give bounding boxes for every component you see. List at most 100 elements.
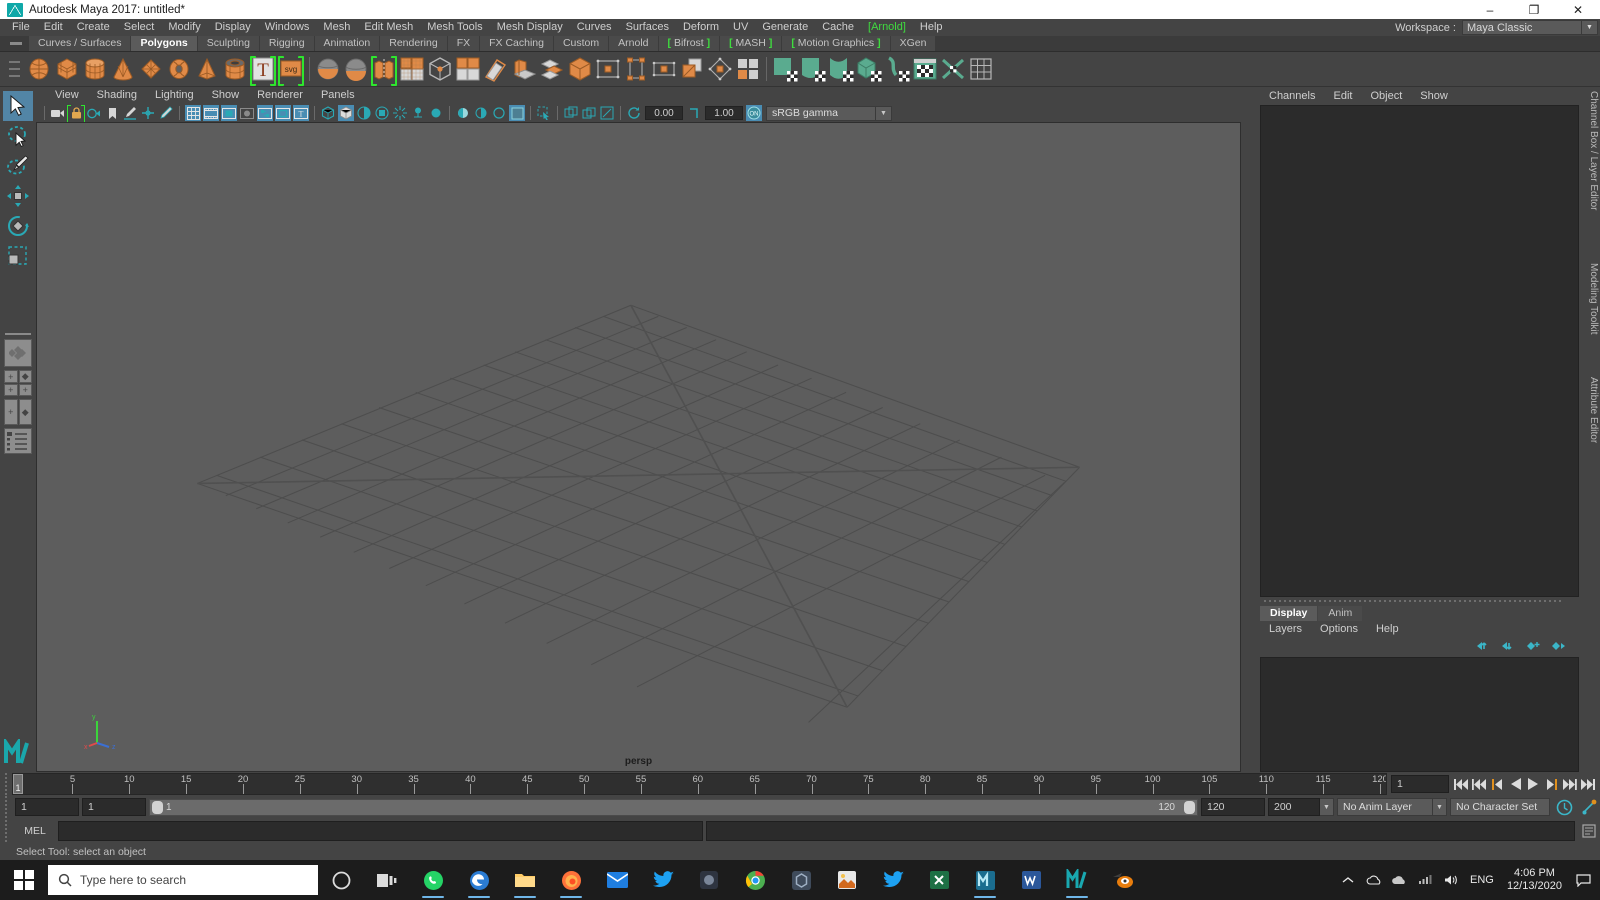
- shelf-tab-fx[interactable]: FX: [447, 36, 481, 51]
- animation-end-time-field[interactable]: 200: [1268, 798, 1320, 816]
- step-back-keyframe-button[interactable]: [1471, 774, 1488, 794]
- command-input-field[interactable]: [58, 821, 703, 841]
- uv-cylinder-icon[interactable]: [799, 53, 827, 85]
- shelf-tab-handle[interactable]: [3, 35, 29, 51]
- boolean-union-icon[interactable]: [314, 53, 342, 85]
- single-perspective-layout-button[interactable]: [4, 339, 32, 367]
- screen-space-ao-icon[interactable]: [428, 105, 444, 121]
- textured-icon[interactable]: [374, 105, 390, 121]
- grid-toggle-icon[interactable]: [185, 105, 201, 121]
- menu-display[interactable]: Display: [208, 19, 258, 36]
- windows-start-icon[interactable]: [0, 860, 48, 900]
- tray-clock[interactable]: 4:06 PM 12/13/2020: [1499, 867, 1570, 893]
- extrude-icon[interactable]: [510, 53, 538, 85]
- word-icon[interactable]: [1008, 860, 1054, 900]
- combine-separate-icon[interactable]: [370, 53, 398, 86]
- task-view-icon[interactable]: [364, 860, 410, 900]
- panel-menu-panels[interactable]: Panels: [312, 87, 364, 104]
- exposure-reset-icon[interactable]: [626, 105, 642, 121]
- vtab-modeling-toolkit[interactable]: Modeling Toolkit: [1583, 263, 1599, 335]
- menu-windows[interactable]: Windows: [258, 19, 317, 36]
- shaded-wireframe-icon[interactable]: [356, 105, 372, 121]
- firefox-icon[interactable]: [548, 860, 594, 900]
- vtab-channel-box-layer-editor[interactable]: Channel Box / Layer Editor: [1583, 91, 1599, 211]
- chevron-down-icon[interactable]: ▼: [1582, 20, 1598, 35]
- chrome-icon[interactable]: [732, 860, 778, 900]
- uv-plane-icon[interactable]: [771, 53, 799, 85]
- maya-alt-icon[interactable]: [962, 860, 1008, 900]
- layers-menu-layers[interactable]: Layers: [1260, 621, 1311, 638]
- paint-select-tool-button[interactable]: [3, 151, 33, 181]
- xray-joints-icon[interactable]: [563, 105, 579, 121]
- uv-cut-icon[interactable]: [939, 53, 967, 85]
- xray-active-components-icon[interactable]: [581, 105, 597, 121]
- show-hidden-icons-icon[interactable]: [1335, 860, 1361, 900]
- two-d-pan-zoom-icon[interactable]: [140, 105, 156, 121]
- script-editor-icon[interactable]: [1578, 821, 1600, 841]
- uv-editor-icon[interactable]: [911, 53, 939, 85]
- time-slider-cursor[interactable]: 1: [13, 774, 23, 794]
- move-layer-up-icon[interactable]: [1476, 640, 1491, 655]
- onedrive-icon[interactable]: [1361, 860, 1387, 900]
- menu-mesh-tools[interactable]: Mesh Tools: [420, 19, 489, 36]
- maya-icon[interactable]: [1054, 860, 1100, 900]
- close-button[interactable]: ✕: [1556, 0, 1600, 19]
- channel-box-content[interactable]: [1260, 105, 1579, 597]
- channelbox-menu-object[interactable]: Object: [1361, 88, 1411, 105]
- panel-menu-view[interactable]: View: [46, 87, 88, 104]
- unity-icon[interactable]: [778, 860, 824, 900]
- time-slider-track[interactable]: 1 5 10 15 20 25 30 35 40 45 50 55 60 65 70 75 80 85 90 95 1…: [12, 773, 1387, 795]
- move-layer-down-icon[interactable]: [1501, 640, 1516, 655]
- menu-file[interactable]: File: [5, 19, 37, 36]
- multisample-aa-icon[interactable]: [473, 105, 489, 121]
- shelf-grip[interactable]: [3, 52, 25, 87]
- panel-menu-show[interactable]: Show: [203, 87, 249, 104]
- bookmark-icon[interactable]: [104, 105, 120, 121]
- image-plane-icon[interactable]: [122, 105, 138, 121]
- play-forwards-button[interactable]: [1525, 774, 1542, 794]
- duplicate-face-icon[interactable]: [678, 53, 706, 85]
- boolean-difference-icon[interactable]: [342, 53, 370, 85]
- animation-start-time-field[interactable]: 1: [15, 798, 79, 816]
- connect-icon[interactable]: [706, 53, 734, 85]
- poly-plane-icon[interactable]: [137, 53, 165, 85]
- wireframe-icon[interactable]: [320, 105, 336, 121]
- menu-mesh-display[interactable]: Mesh Display: [490, 19, 570, 36]
- exposure-value[interactable]: 0.00: [645, 106, 683, 120]
- go-to-start-button[interactable]: [1453, 774, 1470, 794]
- character-set-select[interactable]: No Character Set: [1450, 798, 1550, 816]
- safe-action-icon[interactable]: [275, 105, 291, 121]
- gate-mask-icon[interactable]: [239, 105, 255, 121]
- mesh-cleanup-icon[interactable]: [426, 53, 454, 85]
- taskbar-search-input[interactable]: Type here to search: [48, 865, 318, 895]
- uv-automatic-icon[interactable]: [855, 53, 883, 85]
- step-forward-keyframe-button[interactable]: [1561, 774, 1578, 794]
- shelf-tab-sculpting[interactable]: Sculpting: [197, 36, 260, 51]
- menu-curves[interactable]: Curves: [570, 19, 619, 36]
- menu-select[interactable]: Select: [117, 19, 162, 36]
- command-output-field[interactable]: [705, 821, 1575, 841]
- shelf-tab-bifrost[interactable]: [ Bifrost ]: [658, 36, 721, 51]
- range-start-handle[interactable]: [152, 800, 163, 814]
- menu-mesh[interactable]: Mesh: [316, 19, 357, 36]
- menu-help[interactable]: Help: [913, 19, 950, 36]
- network-icon[interactable]: [1413, 860, 1439, 900]
- poly-text-icon[interactable]: T: [249, 53, 277, 86]
- layer-list-content[interactable]: [1260, 657, 1579, 772]
- auto-keyframe-icon[interactable]: [1553, 797, 1575, 817]
- go-to-end-button[interactable]: [1579, 774, 1596, 794]
- cortana-icon[interactable]: [318, 860, 364, 900]
- poly-pipe-icon[interactable]: [221, 53, 249, 85]
- anim-layer-chevron-down-icon[interactable]: ▼: [1433, 798, 1447, 816]
- fill-hole-icon[interactable]: [594, 53, 622, 85]
- range-start-time-field[interactable]: 1: [82, 798, 146, 816]
- menu-deform[interactable]: Deform: [676, 19, 726, 36]
- isolate-select-icon[interactable]: [509, 105, 525, 121]
- tray-language[interactable]: ENG: [1465, 860, 1499, 900]
- volume-icon[interactable]: [1439, 860, 1465, 900]
- channelbox-menu-edit[interactable]: Edit: [1324, 88, 1361, 105]
- action-center-icon[interactable]: [1570, 860, 1596, 900]
- grease-pencil-icon[interactable]: [158, 105, 174, 121]
- menu-edit-mesh[interactable]: Edit Mesh: [357, 19, 420, 36]
- lasso-select-tool-button[interactable]: [3, 121, 33, 151]
